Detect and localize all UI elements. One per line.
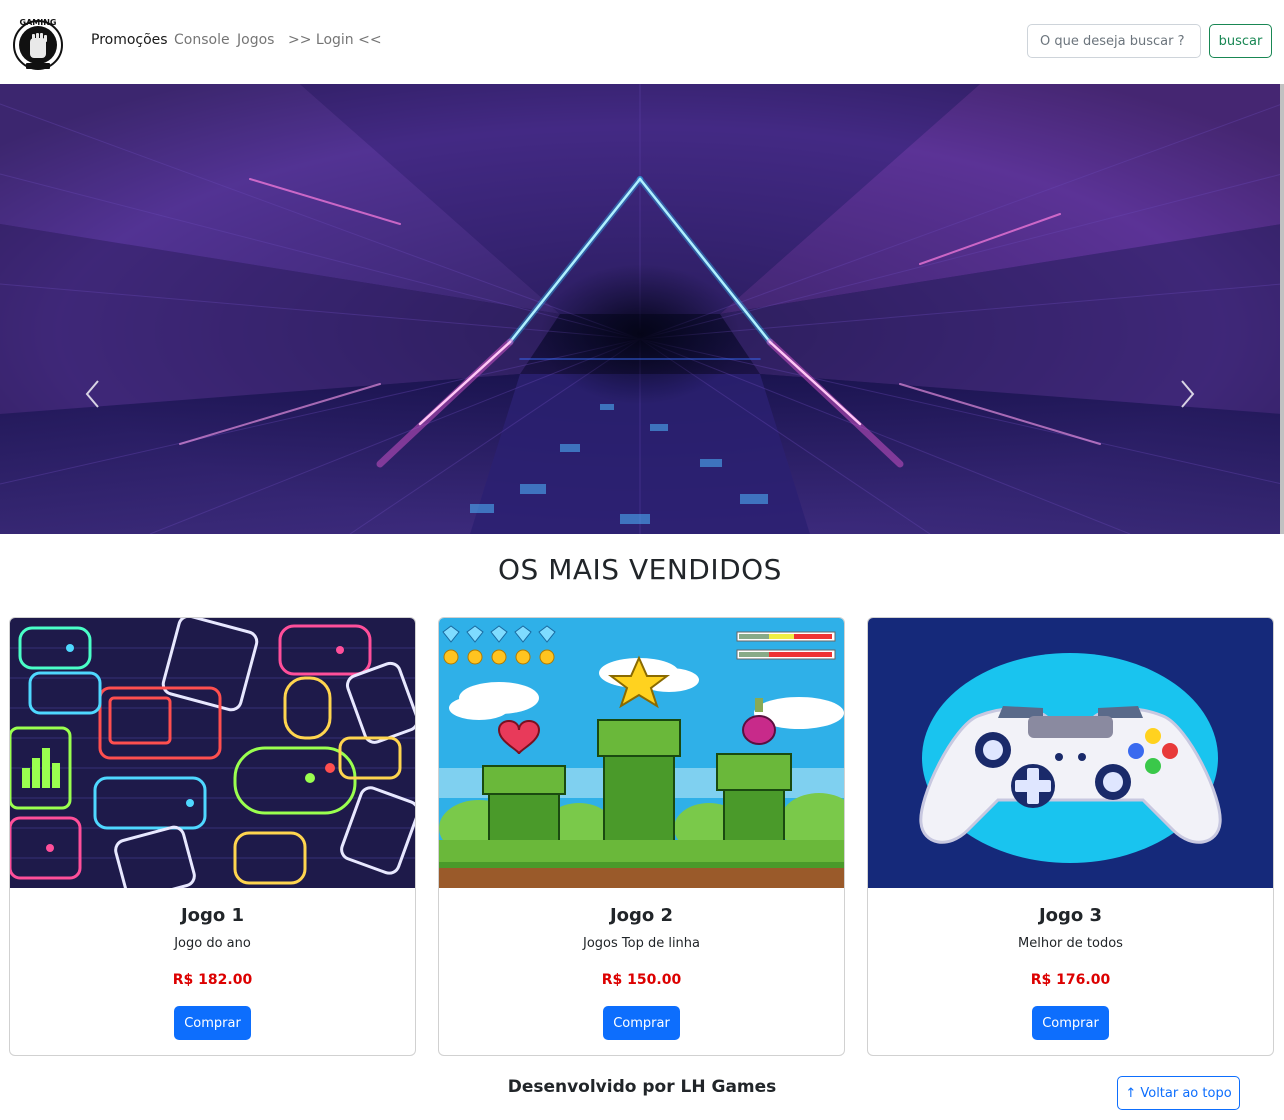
product-price: R$ 150.00 xyxy=(601,972,682,988)
section-title: OS MAIS VENDIDOS xyxy=(498,553,782,586)
product-description: Jogos Top de linha xyxy=(582,936,701,951)
search-input[interactable] xyxy=(1027,24,1201,58)
carousel-next-button[interactable] xyxy=(1172,369,1202,419)
logo-lettering: GAMING xyxy=(20,18,57,27)
product-title: Jogo 3 xyxy=(1038,905,1103,926)
nav-link-login[interactable]: >> Login << xyxy=(288,32,382,48)
product-image-pixel-platformer xyxy=(439,618,844,888)
carousel-prev-button[interactable] xyxy=(78,369,108,419)
chevron-right-icon xyxy=(1181,380,1195,408)
product-price: R$ 182.00 xyxy=(172,972,253,988)
product-title: Jogo 2 xyxy=(609,905,674,926)
nav-link-promocoes[interactable]: Promoções xyxy=(91,32,174,48)
nav-links: Promoções Console Jogos >> Login << xyxy=(91,32,382,48)
product-card: Jogo 2 Jogos Top de linha R$ 150.00 Comp… xyxy=(438,617,845,1056)
nav-link-jogos[interactable]: Jogos xyxy=(237,32,288,48)
chevron-left-icon xyxy=(85,380,99,408)
scrollbar[interactable] xyxy=(1280,84,1284,534)
back-to-top-button[interactable]: ↑ Voltar ao topo xyxy=(1117,1076,1240,1110)
buy-button[interactable]: Comprar xyxy=(174,1006,251,1040)
buy-button[interactable]: Comprar xyxy=(1032,1006,1109,1040)
hero-neon-tunnel-image xyxy=(0,84,1282,534)
navbar: GAMING Promoções Console Jogos >> Login … xyxy=(0,0,1284,84)
product-title: Jogo 1 xyxy=(180,905,245,926)
product-description: Melhor de todos xyxy=(1018,936,1123,951)
product-image-controller xyxy=(868,618,1273,888)
hero-carousel xyxy=(0,84,1282,534)
buy-button[interactable]: Comprar xyxy=(603,1006,680,1040)
product-price: R$ 176.00 xyxy=(1030,972,1111,988)
footer-credit: Desenvolvido por LH Games xyxy=(507,1077,777,1097)
search-button[interactable]: buscar xyxy=(1209,24,1272,58)
nav-link-console[interactable]: Console xyxy=(174,32,237,48)
product-card: Jogo 1 Jogo do ano R$ 182.00 Comprar xyxy=(9,617,416,1056)
product-image-neon-gamepads xyxy=(10,618,415,888)
product-description: Jogo do ano xyxy=(174,936,251,951)
product-card: Jogo 3 Melhor de todos R$ 176.00 Comprar xyxy=(867,617,1274,1056)
gaming-logo[interactable]: GAMING xyxy=(11,14,65,72)
